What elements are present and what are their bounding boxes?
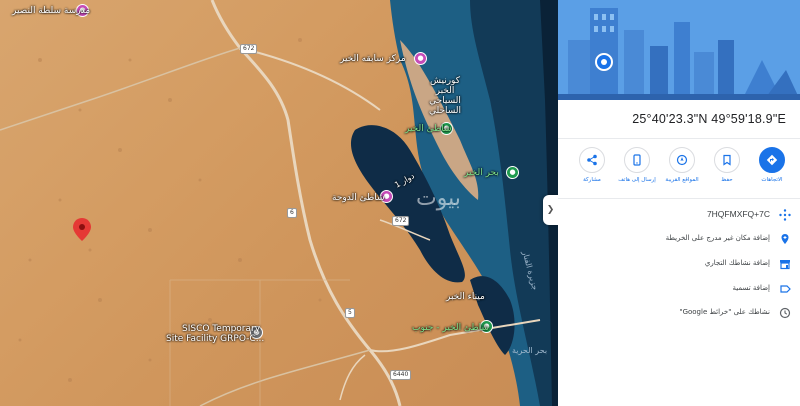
send-to-phone-label: إرسال إلى هاتف — [618, 177, 656, 183]
store-icon — [778, 257, 792, 271]
divider — [558, 138, 800, 139]
share-button[interactable]: مشاركة — [572, 147, 612, 183]
label-icon — [778, 282, 792, 296]
hero-illustration — [558, 0, 800, 100]
add-business-row[interactable]: إضافة نشاطك التجاري — [558, 254, 800, 276]
add-label-text: إضافة تسمية — [732, 284, 770, 292]
plus-code-icon — [778, 208, 792, 222]
place-details-panel: 25°40'23.3"N 49°59'18.9"E مشاركة إرسال إ… — [558, 0, 800, 406]
map-label-beach-kheir[interactable]: شاطئ الخير — [405, 124, 452, 134]
satellite-map[interactable]: ● مدرسة سلطة النصير ● مركز سابقه الخير ك… — [0, 0, 558, 406]
watermark-text: بيوت — [416, 186, 461, 211]
plus-code-row[interactable]: 7HQFMXFQ+7C — [558, 205, 800, 227]
add-label-row[interactable]: إضافة تسمية — [558, 279, 800, 301]
maps-activity-text: نشاطك على "خرائط Google" — [679, 308, 770, 316]
directions-label: الاتجاهات — [761, 177, 783, 183]
collapse-panel-button[interactable]: ❯ — [543, 195, 558, 225]
road-badge-672: 672 — [240, 44, 258, 54]
location-pin-icon[interactable] — [73, 218, 91, 241]
add-missing-place-text: إضافة مكان غير مدرج على الخريطة — [665, 234, 770, 242]
road-badge-6: 6 — [287, 208, 297, 218]
map-label-hotel[interactable]: مركز سابقه الخير — [340, 54, 406, 64]
add-business-text: إضافة نشاطك التجاري — [704, 259, 770, 267]
directions-icon — [759, 147, 785, 173]
share-icon — [579, 147, 605, 173]
send-to-phone-button[interactable]: إرسال إلى هاتف — [617, 147, 657, 183]
add-place-icon — [778, 232, 792, 246]
map-terrain — [0, 0, 558, 406]
map-label-sea-kheir[interactable]: بحر الخير — [464, 168, 499, 178]
map-label-sisco-2[interactable]: Site Facility GRPO-C... — [166, 334, 264, 344]
divider — [558, 198, 800, 199]
share-label: مشاركة — [583, 177, 601, 183]
coordinates-text[interactable]: 25°40'23.3"N 49°59'18.9"E — [632, 112, 786, 126]
road-badge-6440: 6440 — [390, 370, 412, 380]
road-badge-5: 5 — [345, 308, 355, 318]
plus-code-text: 7HQFMXFQ+7C — [706, 209, 770, 219]
directions-button[interactable]: الاتجاهات — [752, 147, 792, 183]
nearby-button[interactable]: المواقع القريبة — [662, 147, 702, 183]
map-label-beach-south[interactable]: شاطئ الخير - جنوب — [412, 323, 489, 333]
map-label-port[interactable]: شاطئ الدوحة — [332, 193, 385, 203]
map-label-pier[interactable]: ميناء الخبر — [446, 292, 485, 302]
add-missing-place-row[interactable]: إضافة مكان غير مدرج على الخريطة — [558, 229, 800, 251]
map-label-sea-bottom: بحر الحرية — [512, 346, 548, 355]
save-label: حفظ — [721, 177, 733, 183]
map-label-resort[interactable]: كورنيش الخبر السياحي الساحلي — [420, 76, 470, 116]
map-label-sisco-1[interactable]: SISCO Temporary — [182, 324, 260, 334]
map-label-school[interactable]: مدرسة سلطة النصير — [12, 6, 90, 16]
road-badge-672-mid: 672 — [392, 216, 410, 226]
city-skyline-illustration — [558, 0, 800, 100]
nearby-icon — [669, 147, 695, 173]
maps-activity-row[interactable]: نشاطك على "خرائط Google" — [558, 303, 800, 325]
nearby-label: المواقع القريبة — [665, 177, 699, 183]
chevron-right-icon: ❯ — [546, 205, 555, 215]
action-buttons-row: مشاركة إرسال إلى هاتف المواقع القريبة حف… — [572, 147, 792, 183]
bookmark-icon — [714, 147, 740, 173]
history-icon — [778, 306, 792, 320]
sea-marker-icon[interactable]: ● — [506, 166, 519, 179]
save-button[interactable]: حفظ — [707, 147, 747, 183]
hotel-marker-icon[interactable]: ● — [414, 52, 427, 65]
phone-icon — [624, 147, 650, 173]
